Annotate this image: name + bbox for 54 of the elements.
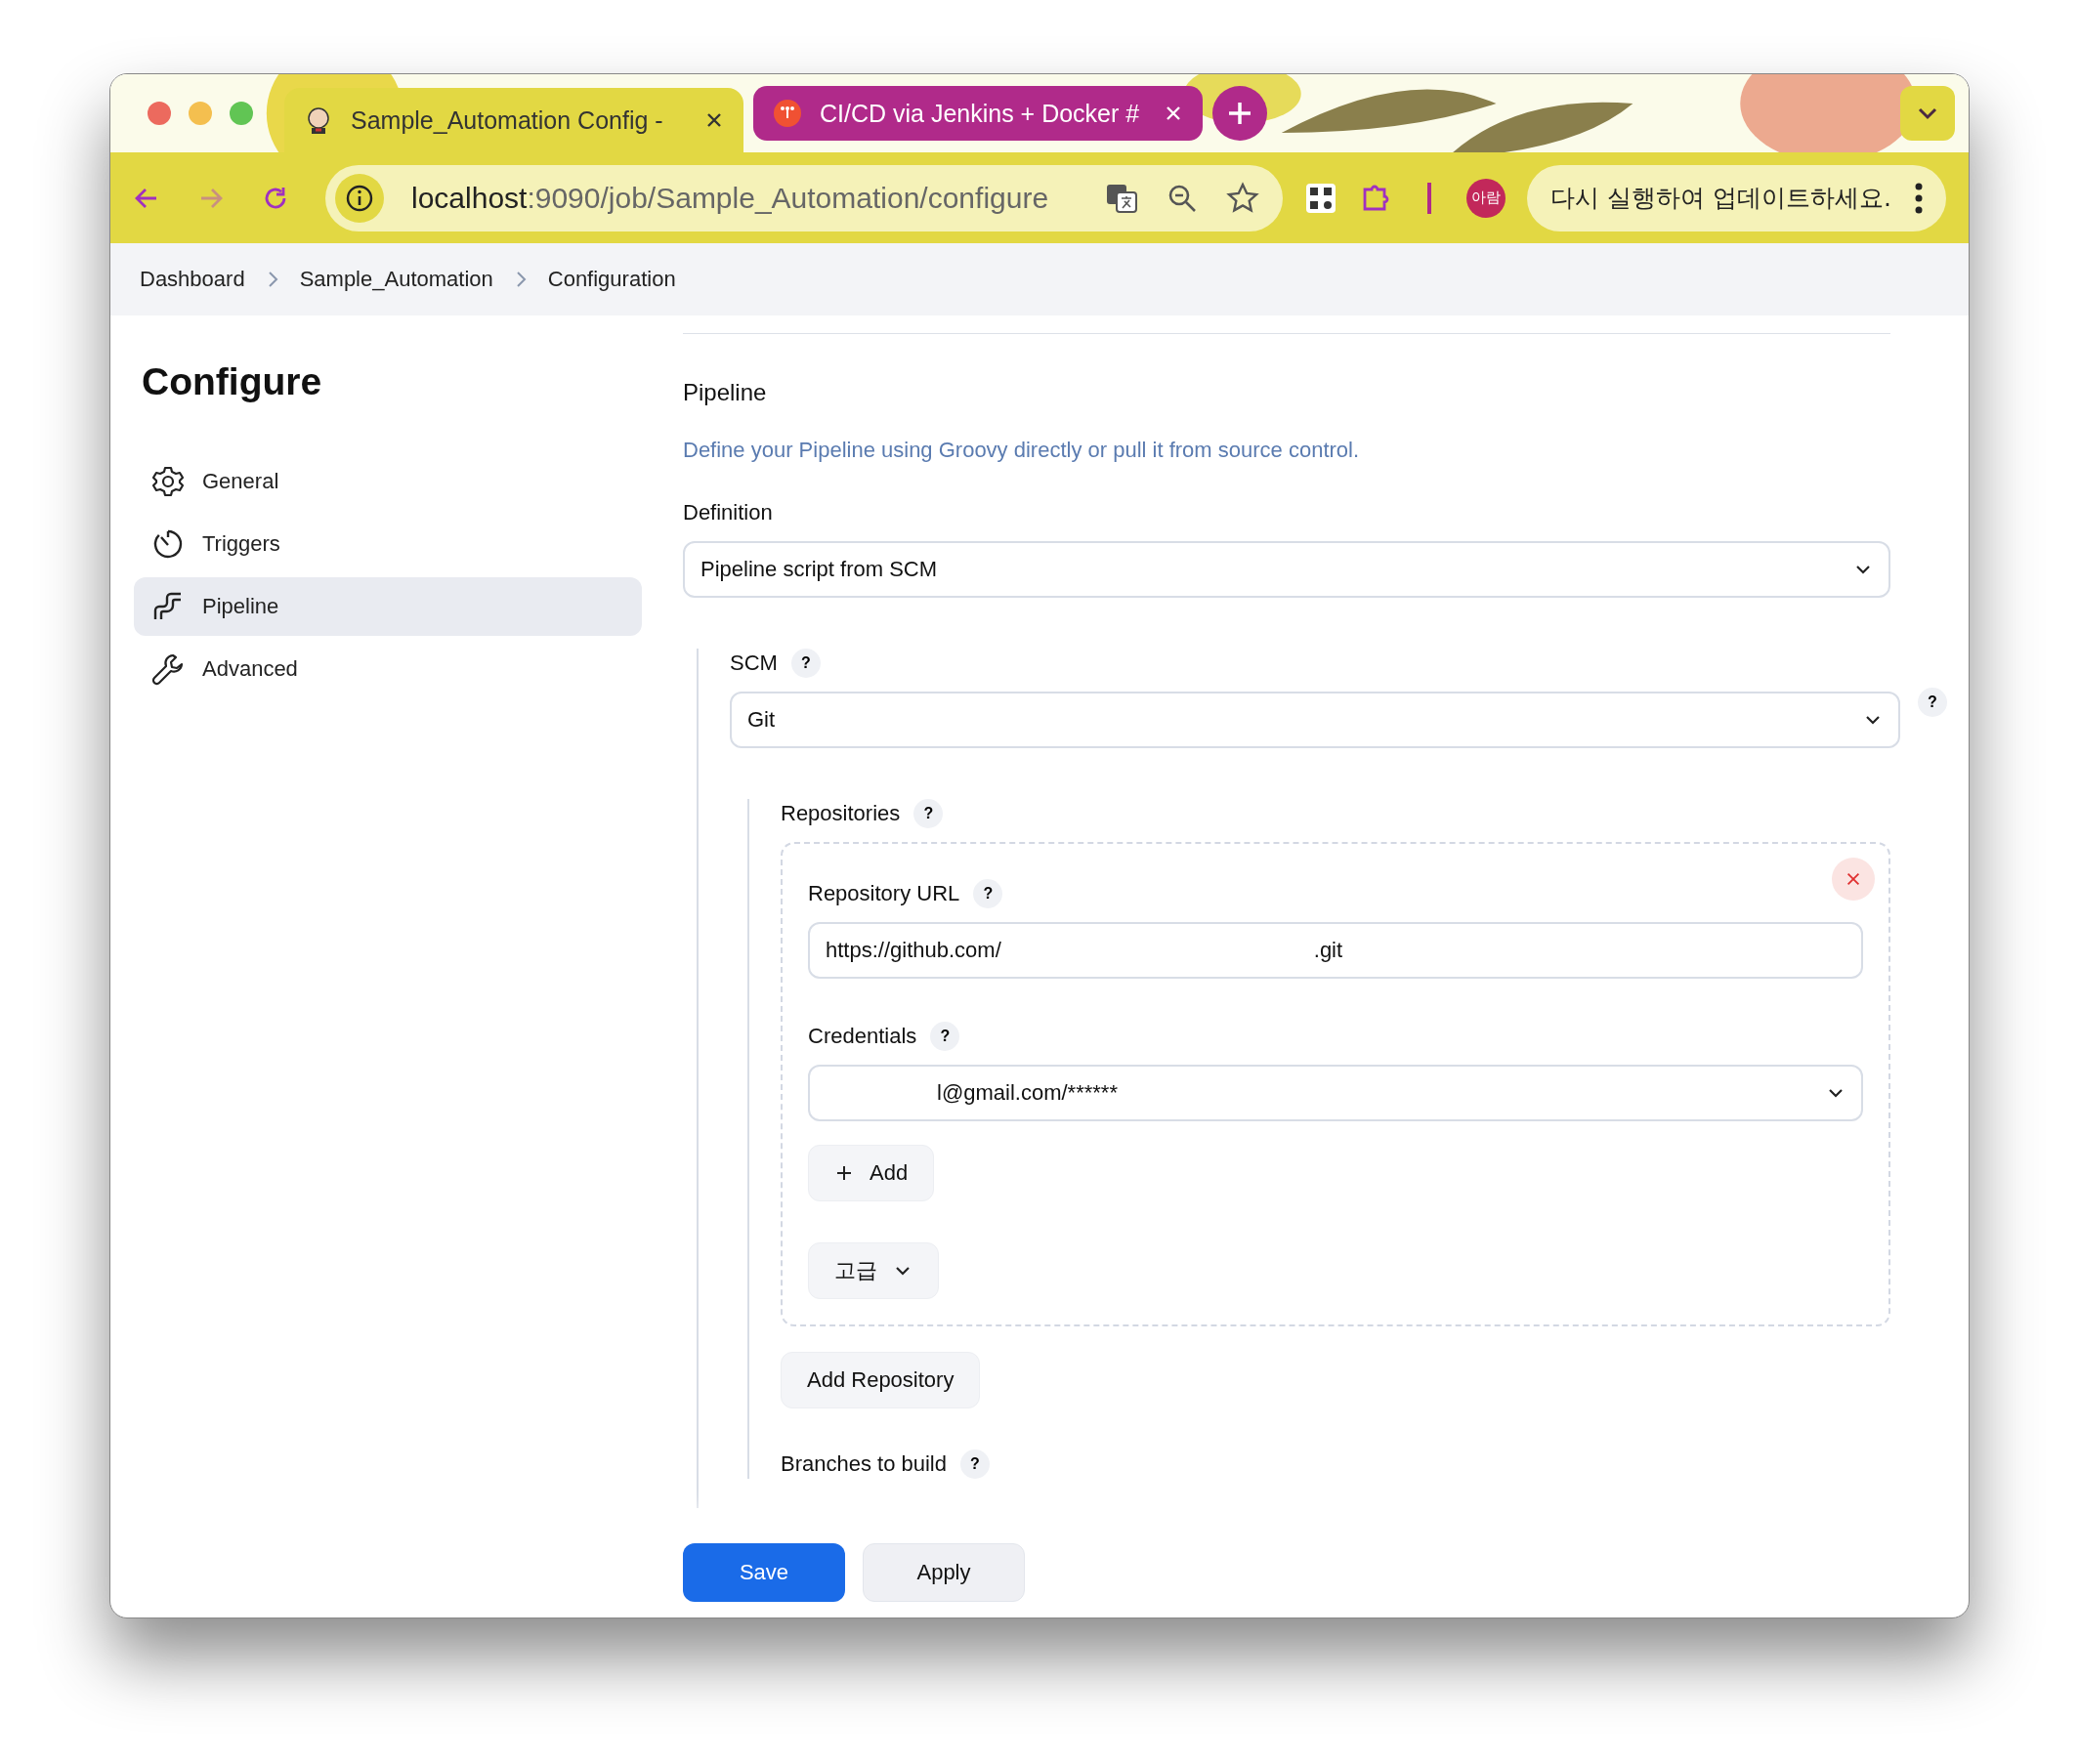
definition-dropdown[interactable]: Pipeline script from SCM xyxy=(683,541,1890,598)
url-text: localhost:9090/job/Sample_Automation/configure xyxy=(411,181,1049,215)
browser-tab[interactable]: CI/CD via Jenkins + Docker # xyxy=(753,86,1203,141)
repository-url-field[interactable]: https://github.com/ .git xyxy=(808,922,1863,979)
field-label: Definition xyxy=(683,500,774,525)
update-button[interactable]: 다시 실행하여 업데이트하세요. xyxy=(1527,164,1946,231)
advanced-button[interactable]: 고급 xyxy=(808,1242,939,1299)
breadcrumb-link[interactable]: Dashboard xyxy=(140,267,245,292)
apply-button[interactable]: Apply xyxy=(863,1543,1025,1602)
scm-dropdown[interactable]: Git xyxy=(730,692,1900,748)
help-button[interactable]: ? xyxy=(1918,688,1947,717)
tab-title: CI/CD via Jenkins + Docker # xyxy=(820,99,1141,128)
timer-icon xyxy=(151,527,185,561)
more-icon[interactable] xyxy=(1914,182,1923,214)
info-icon[interactable] xyxy=(335,173,384,223)
add-repository-button[interactable]: Add Repository xyxy=(781,1352,981,1408)
profile-avatar[interactable]: 아람 xyxy=(1466,178,1506,218)
field-label: SCM xyxy=(730,651,778,676)
tab-search-button[interactable] xyxy=(1900,86,1955,141)
sidebar-item[interactable]: Triggers xyxy=(134,515,642,573)
chevron-right-icon xyxy=(514,270,527,289)
field-label: Branches to build xyxy=(781,1451,947,1477)
wrench-icon xyxy=(151,652,185,686)
git-icon xyxy=(773,99,802,128)
close-icon xyxy=(1845,870,1862,888)
breadcrumb-link[interactable]: Sample_Automation xyxy=(299,267,493,292)
field-label: Repositories xyxy=(781,801,901,826)
breadcrumb-link[interactable]: Configuration xyxy=(547,267,676,292)
credentials-dropdown[interactable]: l@gmail.com/****** xyxy=(808,1065,1863,1121)
section-description: Define your Pipeline using Groovy directly or pull it from source control. xyxy=(683,438,1361,463)
help-button[interactable]: ? xyxy=(913,799,944,828)
gear-icon xyxy=(151,465,185,498)
sidebar-title: Configure xyxy=(142,360,323,403)
address-bar[interactable]: localhost:9090/job/Sample_Automation/configure xyxy=(325,164,1283,231)
sidebar-item[interactable]: Advanced xyxy=(134,640,642,698)
chevron-right-icon xyxy=(266,270,278,289)
save-button[interactable]: Save xyxy=(683,1543,845,1602)
help-button[interactable]: ? xyxy=(960,1449,990,1479)
browser-tab[interactable]: Sample_Automation Config - xyxy=(284,88,743,152)
section-title: Pipeline xyxy=(683,379,768,406)
tab-title: Sample_Automation Config - xyxy=(351,105,664,135)
delete-button[interactable] xyxy=(1832,858,1875,901)
sidebar-item[interactable]: General xyxy=(134,452,642,511)
help-button[interactable]: ? xyxy=(973,879,1003,908)
field-label: Credentials xyxy=(808,1024,917,1049)
new-tab-button[interactable] xyxy=(1212,86,1267,141)
qr-code-icon[interactable] xyxy=(1304,181,1337,215)
add-button[interactable]: Add xyxy=(808,1145,935,1201)
plus-icon xyxy=(834,1163,854,1183)
help-button[interactable]: ? xyxy=(790,649,821,678)
field-label: Repository URL xyxy=(808,881,960,906)
star-icon[interactable] xyxy=(1226,181,1259,215)
sidebar-item[interactable]: Pipeline xyxy=(134,577,642,636)
help-button[interactable]: ? xyxy=(930,1022,960,1051)
